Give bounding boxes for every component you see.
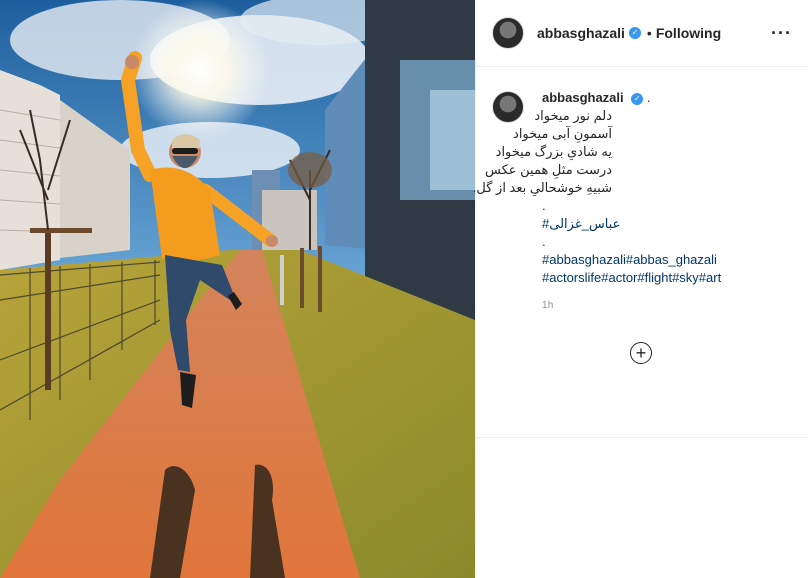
post-timestamp[interactable]: 1h [542,297,721,315]
post-side-panel: abbasghazali ✓ • Following ··· abbasghaz… [472,0,808,578]
verified-badge-icon: ✓ [631,93,644,105]
caption-body: abbasghazali ✓ . دلم نور میخواد آسمونِ آ… [472,89,721,315]
post-header: abbasghazali ✓ • Following ··· [476,0,808,67]
avatar[interactable] [492,91,524,123]
avatar[interactable] [492,17,524,49]
caption-line: درست مثلِ همین عکس [485,162,612,177]
caption-line: یه شادیِ بزرگ میخواد [495,144,612,159]
hashtag-link[interactable]: #عباس_غزالی [542,215,721,233]
caption-dot: . [542,234,546,249]
divider [476,437,808,438]
caption-dot: . [542,198,546,213]
caption-header: abbasghazali ✓ . [542,89,721,107]
caption-line: آسمونِ آبی میخواد [513,126,612,141]
caption-poem: دلم نور میخواد آسمونِ آبی میخواد یه شادی… [472,107,612,197]
photo-scene [0,0,475,578]
more-options-icon[interactable]: ··· [771,23,792,44]
caption-trail: . [646,90,651,105]
post-photo[interactable] [0,0,475,578]
caption-username[interactable]: abbasghazali [542,90,624,105]
caption-line: دلم نور میخواد [534,108,612,123]
load-more-comments-button[interactable]: + [630,342,652,364]
separator-dot: • [646,25,652,41]
following-button[interactable]: Following [656,25,721,41]
hashtag-link[interactable]: #actorslife#actor#flight#sky#art [542,269,721,287]
hashtag-link[interactable]: #abbasghazali#abbas_ghazali [542,251,721,269]
caption-block: abbasghazali ✓ . دلم نور میخواد آسمونِ آ… [472,67,808,315]
username[interactable]: abbasghazali [537,25,625,41]
verified-badge-icon: ✓ [628,27,641,39]
caption-line: شبیهِ خوشحالیِ بعد از گل. [472,180,612,195]
plus-circle-icon: + [635,343,647,363]
